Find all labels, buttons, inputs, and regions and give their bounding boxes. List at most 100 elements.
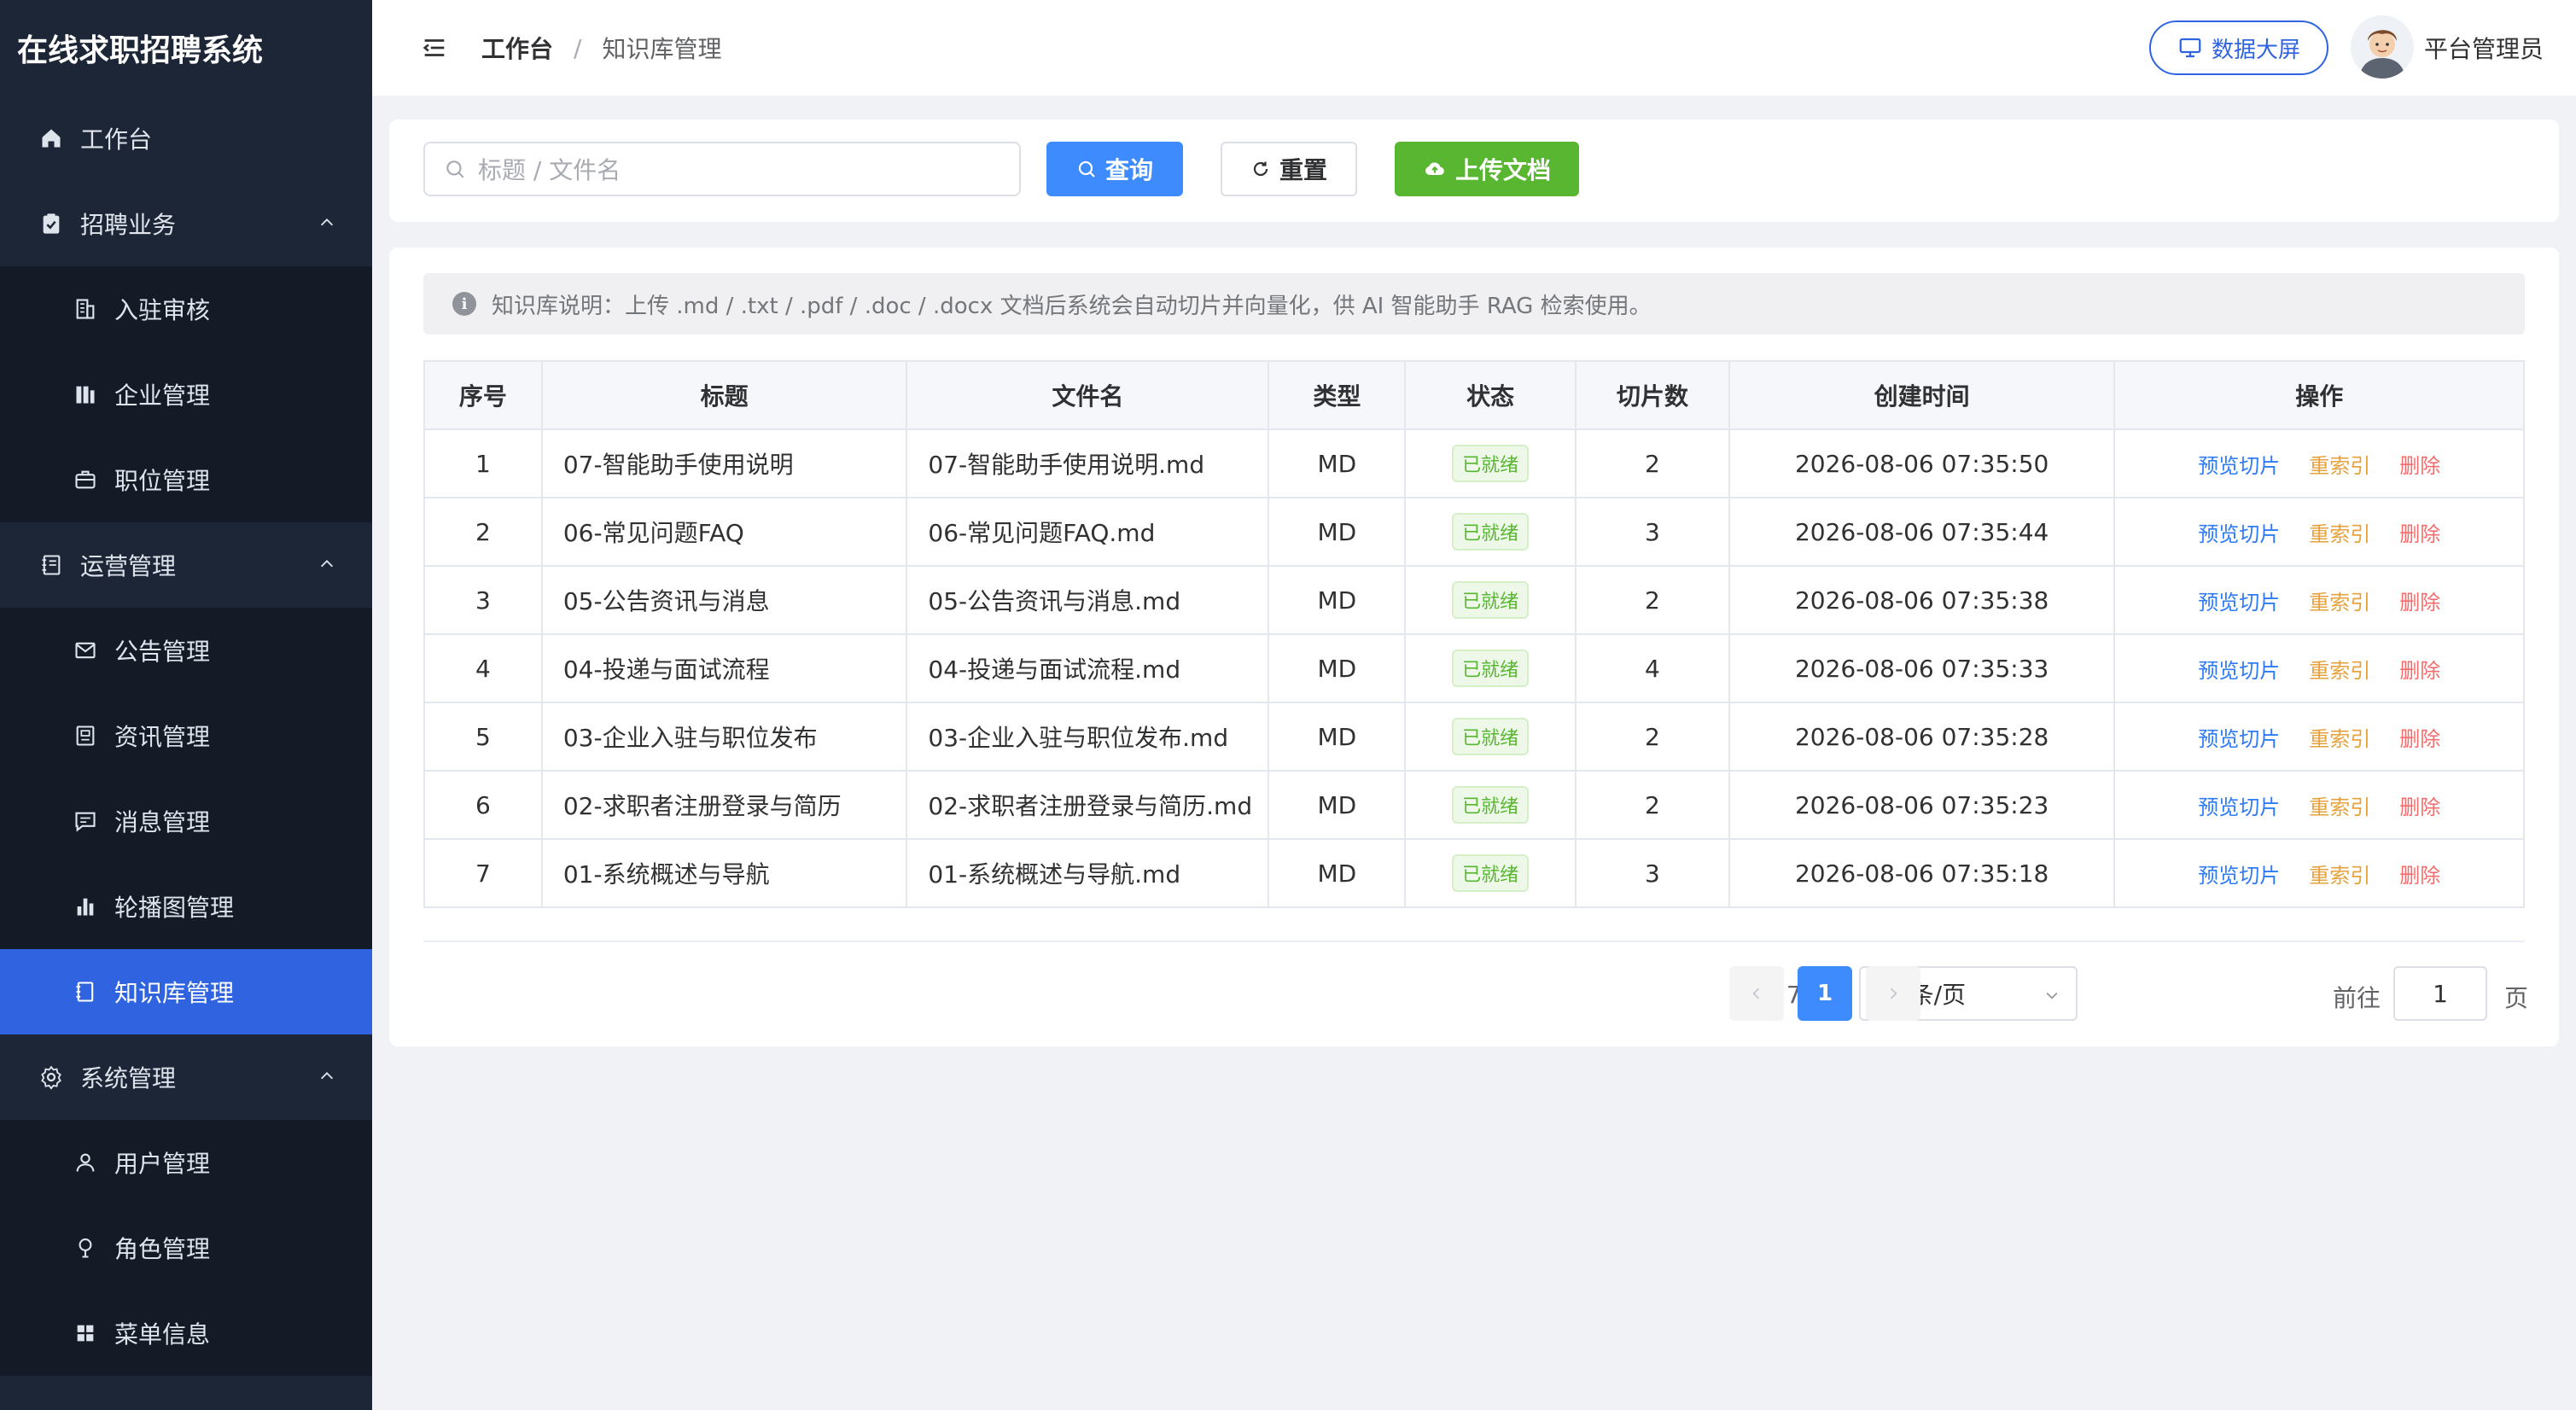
- sidebar-item-menus[interactable]: 菜单信息: [0, 1291, 372, 1376]
- cell-chunks: 2: [1575, 702, 1730, 772]
- page-number-current[interactable]: 1: [1798, 966, 1852, 1021]
- goto-page-input[interactable]: 1: [2393, 966, 2487, 1021]
- status-badge: 已就绪: [1452, 718, 1530, 755]
- sidebar-item-roles[interactable]: 角色管理: [0, 1205, 372, 1291]
- sidebar-item-news[interactable]: 资讯管理: [0, 693, 372, 778]
- sidebar-item-positions[interactable]: 职位管理: [0, 437, 372, 522]
- role-icon: [70, 1232, 101, 1263]
- reindex-link[interactable]: 重索引: [2309, 790, 2370, 820]
- cell-no: 3: [423, 565, 543, 635]
- table-row: 1 07-智能助手使用说明 07-智能助手使用说明.md MD 已就绪 2 20…: [423, 428, 2525, 498]
- sidebar-item-label: 消息管理: [114, 808, 211, 836]
- user-name[interactable]: 平台管理员: [2424, 31, 2544, 65]
- sidebar-item-carousel[interactable]: 轮播图管理: [0, 864, 372, 949]
- preview-chunks-link[interactable]: 预览切片: [2198, 790, 2280, 820]
- cell-chunks: 4: [1575, 633, 1730, 703]
- sidebar-item-settle-review[interactable]: 入驻审核: [0, 266, 372, 352]
- data-screen-button[interactable]: 数据大屏: [2149, 20, 2328, 75]
- monitor-icon: [2179, 38, 2201, 58]
- gear-icon: [36, 1062, 67, 1092]
- divider: [423, 941, 2525, 942]
- search-icon: [1078, 160, 1095, 178]
- cell-status: 已就绪: [1404, 428, 1577, 498]
- chevron-up-icon: [320, 560, 334, 568]
- cell-status: 已就绪: [1404, 497, 1577, 567]
- cell-actions: 预览切片 重索引 删除: [2113, 770, 2525, 840]
- reindex-link[interactable]: 重索引: [2309, 517, 2370, 547]
- cell-file: 05-公告资讯与消息.md: [906, 565, 1270, 635]
- sidebar-item-announcements[interactable]: 公告管理: [0, 608, 372, 693]
- sidebar-item-label: 用户管理: [114, 1150, 211, 1178]
- breadcrumb-item-workbench[interactable]: 工作台: [481, 31, 553, 65]
- cell-status: 已就绪: [1404, 770, 1577, 840]
- cell-created: 2026-08-06 07:35:33: [1728, 633, 2116, 703]
- cell-created: 2026-08-06 07:35:38: [1728, 565, 2116, 635]
- sidebar-item-system[interactable]: 系统管理: [0, 1034, 372, 1120]
- reindex-link[interactable]: 重索引: [2309, 586, 2370, 615]
- table-row: 5 03-企业入驻与职位发布 03-企业入驻与职位发布.md MD 已就绪 2 …: [423, 702, 2525, 772]
- delete-link[interactable]: 删除: [2399, 790, 2440, 820]
- reset-button[interactable]: 重置: [1221, 142, 1357, 196]
- cell-title: 04-投递与面试流程: [540, 633, 908, 703]
- document-table: 序号 标题 文件名 类型 状态 切片数 创建时间 操作 1 07-智能助手使用说…: [423, 360, 2525, 908]
- sidebar-item-label: 菜单信息: [114, 1320, 211, 1349]
- cell-created: 2026-08-06 07:35:28: [1728, 702, 2116, 772]
- chat-icon: [70, 806, 101, 836]
- avatar[interactable]: [2351, 15, 2414, 79]
- sidebar-item-workbench[interactable]: 工作台: [0, 96, 372, 181]
- reindex-link[interactable]: 重索引: [2309, 859, 2370, 889]
- sidebar-item-messages[interactable]: 消息管理: [0, 778, 372, 864]
- cell-type: MD: [1268, 838, 1407, 908]
- prev-page-button[interactable]: [1729, 966, 1784, 1021]
- table-row: 3 05-公告资讯与消息 05-公告资讯与消息.md MD 已就绪 2 2026…: [423, 565, 2525, 635]
- cell-chunks: 2: [1575, 565, 1730, 635]
- delete-link[interactable]: 删除: [2399, 586, 2440, 615]
- cell-type: MD: [1268, 565, 1407, 635]
- app-title: 在线求职招聘系统: [17, 33, 264, 68]
- column-header: 文件名: [906, 360, 1270, 430]
- menu-fold-icon[interactable]: [420, 33, 449, 62]
- upload-button[interactable]: 上传文档: [1395, 142, 1579, 196]
- mail-icon: [70, 635, 101, 666]
- cell-no: 1: [423, 428, 543, 498]
- notebook-icon: [36, 550, 67, 580]
- cell-title: 03-企业入驻与职位发布: [540, 702, 908, 772]
- table-row: 2 06-常见问题FAQ 06-常见问题FAQ.md MD 已就绪 3 2026…: [423, 497, 2525, 567]
- column-header: 切片数: [1575, 360, 1730, 430]
- delete-link[interactable]: 删除: [2399, 449, 2440, 479]
- table-row: 4 04-投递与面试流程 04-投递与面试流程.md MD 已就绪 4 2026…: [423, 633, 2525, 703]
- preview-chunks-link[interactable]: 预览切片: [2198, 722, 2280, 752]
- preview-chunks-link[interactable]: 预览切片: [2198, 654, 2280, 684]
- preview-chunks-link[interactable]: 预览切片: [2198, 517, 2280, 547]
- cell-created: 2026-08-06 07:35:44: [1728, 497, 2116, 567]
- preview-chunks-link[interactable]: 预览切片: [2198, 449, 2280, 479]
- preview-chunks-link[interactable]: 预览切片: [2198, 859, 2280, 889]
- column-header: 类型: [1268, 360, 1407, 430]
- preview-chunks-link[interactable]: 预览切片: [2198, 586, 2280, 615]
- main-content: 标题 / 文件名 查询 重置 上传文档 i 知识库说明：上传 .md / .tx…: [372, 96, 2576, 1410]
- query-button[interactable]: 查询: [1046, 142, 1183, 196]
- sidebar-item-knowledge-base[interactable]: 知识库管理: [0, 949, 372, 1034]
- reindex-link[interactable]: 重索引: [2309, 449, 2370, 479]
- delete-link[interactable]: 删除: [2399, 517, 2440, 547]
- next-page-button[interactable]: [1866, 966, 1920, 1021]
- cell-created: 2026-08-06 07:35:50: [1728, 428, 2116, 498]
- book-icon: [70, 976, 101, 1007]
- goto-label: 前往: [2333, 984, 2381, 1012]
- sidebar-item-operations[interactable]: 运营管理: [0, 522, 372, 608]
- cell-actions: 预览切片 重索引 删除: [2113, 633, 2525, 703]
- sidebar-item-recruitment[interactable]: 招聘业务: [0, 181, 372, 266]
- delete-link[interactable]: 删除: [2399, 722, 2440, 752]
- sidebar-item-company[interactable]: 企业管理: [0, 352, 372, 437]
- reindex-link[interactable]: 重索引: [2309, 654, 2370, 684]
- reindex-link[interactable]: 重索引: [2309, 722, 2370, 752]
- sidebar-item-users[interactable]: 用户管理: [0, 1120, 372, 1205]
- sidebar-item-label: 招聘业务: [80, 211, 177, 239]
- delete-link[interactable]: 删除: [2399, 654, 2440, 684]
- search-input[interactable]: 标题 / 文件名: [423, 142, 1021, 196]
- cell-chunks: 3: [1575, 497, 1730, 567]
- delete-link[interactable]: 删除: [2399, 859, 2440, 889]
- sidebar-item-label: 角色管理: [114, 1235, 211, 1263]
- cell-type: MD: [1268, 702, 1407, 772]
- briefcase-icon: [70, 464, 101, 495]
